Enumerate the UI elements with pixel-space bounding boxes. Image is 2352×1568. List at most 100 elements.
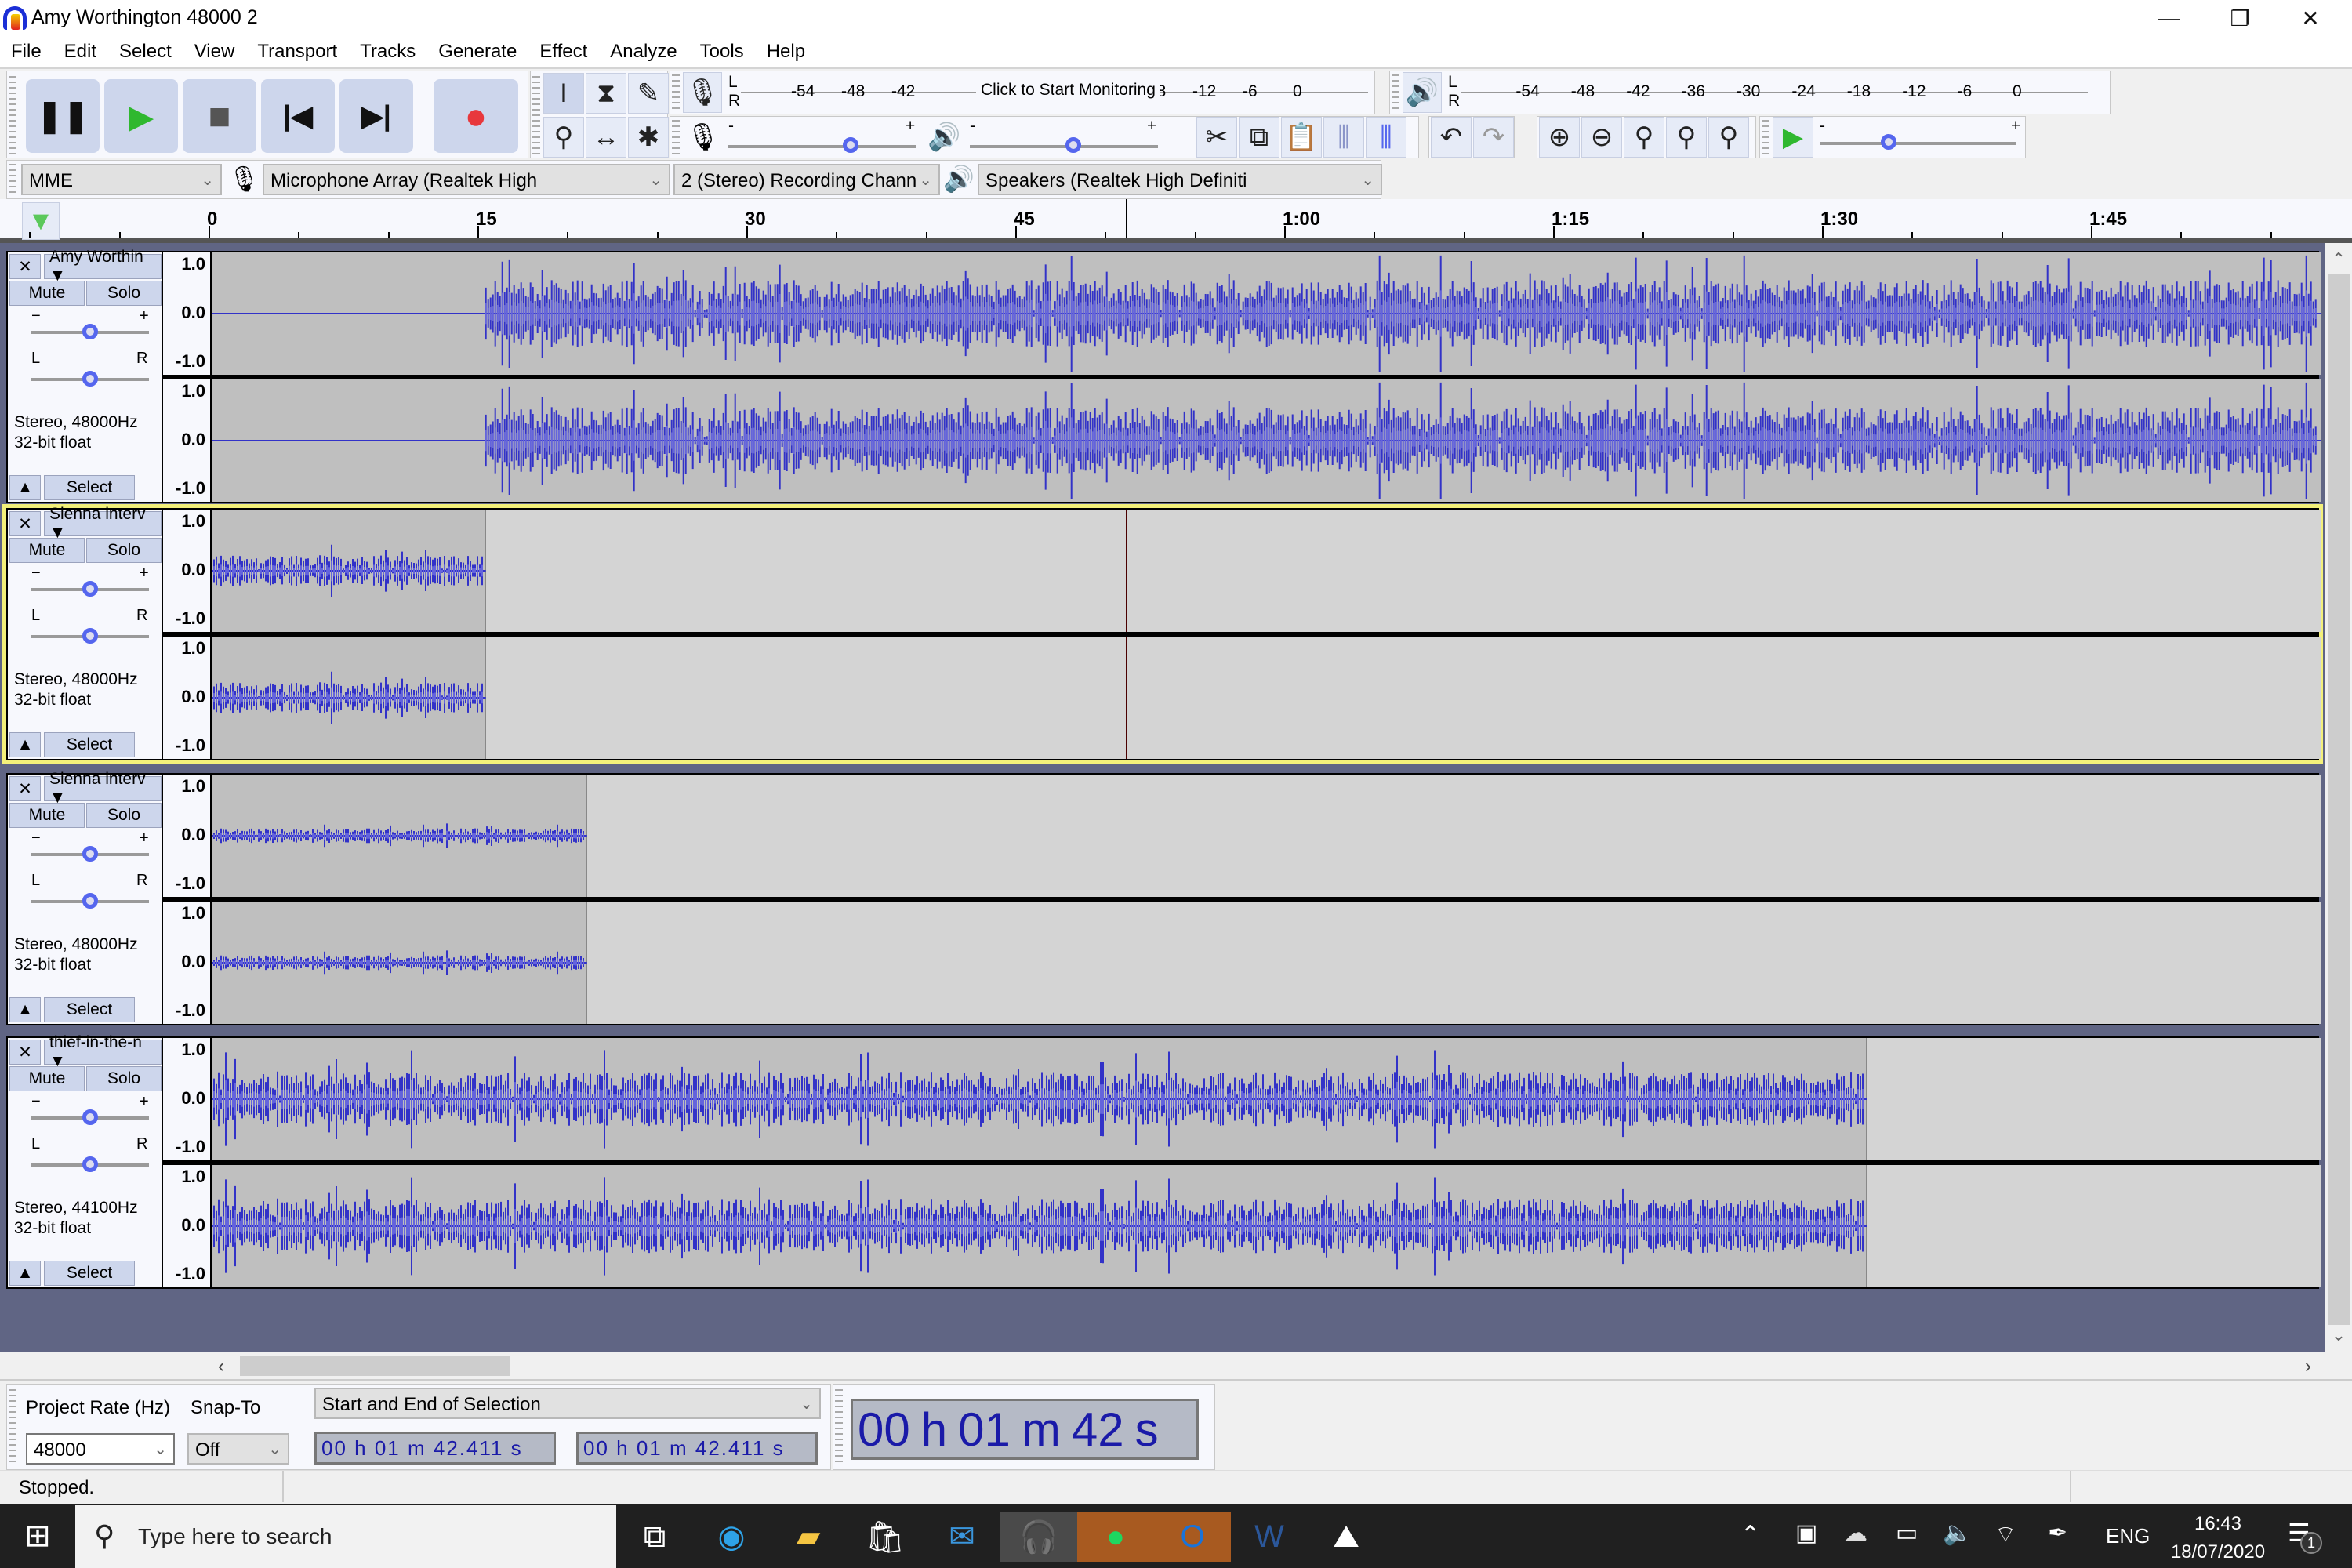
word-button[interactable]: W xyxy=(1231,1512,1308,1562)
undo-button[interactable]: ↶ xyxy=(1431,117,1472,158)
edge-button[interactable]: ◉ xyxy=(693,1512,770,1562)
wifi-icon[interactable]: ⌔ xyxy=(1994,1519,2016,1549)
playback-meter-button[interactable]: 🔊 xyxy=(1403,72,1442,113)
gain-knob[interactable] xyxy=(82,581,98,597)
pause-button[interactable]: ❚❚ xyxy=(26,79,100,153)
playback-meter[interactable]: -54 -48 -42 -36 -30 -24 -18 -12 -6 0 xyxy=(1461,71,2088,114)
track[interactable]: ✕ Sienna interv ▼ Mute Solo − + L R Stereo, 4800… xyxy=(6,770,2321,1025)
waveform-channel[interactable] xyxy=(212,1165,2321,1287)
audio-host-select[interactable]: MME ⌄ xyxy=(21,164,222,195)
clock[interactable]: 16:43 18/07/2020 xyxy=(2167,1510,2269,1566)
solo-button[interactable]: Solo xyxy=(86,1066,162,1091)
select-track-button[interactable]: Select xyxy=(44,732,135,757)
selection-start-time[interactable]: 00 h 01 m 42.411 s xyxy=(314,1432,556,1465)
redo-button[interactable]: ↷ xyxy=(1473,117,1514,158)
fit-selection-button[interactable]: ⚲ xyxy=(1624,117,1664,158)
solo-button[interactable]: Solo xyxy=(86,538,162,563)
meet-now-icon[interactable]: ▣ xyxy=(1795,1519,1817,1547)
selection-tool-button[interactable]: I xyxy=(543,73,584,114)
playback-volume-slider[interactable] xyxy=(970,145,1158,148)
draw-tool-button[interactable]: ✎ xyxy=(628,73,669,114)
menu-tools[interactable]: Tools xyxy=(700,41,744,63)
collapse-track-button[interactable]: ▲ xyxy=(9,732,41,757)
fit-project-button[interactable]: ⚲ xyxy=(1666,117,1707,158)
menu-effect[interactable]: Effect xyxy=(539,41,587,63)
vertical-ruler[interactable]: 1.0 0.0 -1.0 xyxy=(163,1038,210,1160)
photos-button[interactable]: ⛰ xyxy=(1308,1512,1385,1562)
playback-volume-knob[interactable] xyxy=(1065,137,1081,153)
waveform-channel[interactable] xyxy=(212,902,2321,1024)
menu-edit[interactable]: Edit xyxy=(64,41,96,63)
playback-speed-knob[interactable] xyxy=(1880,134,1896,150)
minimize-button[interactable]: — xyxy=(2134,0,2205,36)
mute-button[interactable]: Mute xyxy=(9,538,85,563)
zoom-in-button[interactable]: ⊕ xyxy=(1539,117,1580,158)
trim-audio-button[interactable]: ⫼ xyxy=(1323,117,1364,158)
select-track-button[interactable]: Select xyxy=(44,997,135,1022)
track-name-menu[interactable]: thief-in-the-n ▼ xyxy=(44,1033,162,1070)
vertical-ruler[interactable]: 1.0 0.0 -1.0 xyxy=(163,637,210,759)
scroll-up-icon[interactable]: ⌃ xyxy=(2325,249,2352,273)
menu-view[interactable]: View xyxy=(194,41,235,63)
skip-to-start-button[interactable]: |◀ xyxy=(261,79,335,153)
track-name-menu[interactable]: Sienna interv ▼ xyxy=(44,505,162,542)
restore-button[interactable]: ❐ xyxy=(2205,0,2275,36)
horizontal-scrollbar[interactable]: ‹ › xyxy=(0,1352,2352,1379)
menu-help[interactable]: Help xyxy=(767,41,805,63)
track[interactable]: ✕ thief-in-the-n ▼ Mute Solo − + L R Stereo, 441… xyxy=(6,1033,2321,1289)
select-track-button[interactable]: Select xyxy=(44,475,135,500)
audacity-taskbar-button[interactable]: 🎧 xyxy=(1000,1512,1077,1562)
vertical-ruler[interactable]: 1.0 0.0 -1.0 xyxy=(163,252,210,375)
cut-button[interactable]: ✂ xyxy=(1196,117,1237,158)
track-name-menu[interactable]: Sienna interv ▼ xyxy=(44,770,162,807)
menu-analyze[interactable]: Analyze xyxy=(610,41,677,63)
paste-button[interactable]: 📋 xyxy=(1281,117,1322,158)
rec-meter-grip[interactable] xyxy=(672,74,680,111)
onedrive-icon[interactable]: ☁ xyxy=(1844,1519,1867,1547)
track[interactable]: ✕ Amy Worthin ▼ Mute Solo − + L R Stereo, 48000H… xyxy=(6,248,2321,503)
taskbar-search-box[interactable]: ⚲ Type here to search xyxy=(75,1505,616,1568)
action-center-button[interactable]: ☰ 1 xyxy=(2288,1518,2322,1554)
close-track-button[interactable]: ✕ xyxy=(9,1040,41,1065)
microsoft-store-button[interactable]: 🛍 xyxy=(847,1512,924,1562)
collapse-track-button[interactable]: ▲ xyxy=(9,997,41,1022)
pan-knob[interactable] xyxy=(82,371,98,387)
pen-icon[interactable]: ✒ xyxy=(2048,1519,2067,1547)
solo-button[interactable]: Solo xyxy=(86,803,162,828)
solo-button[interactable]: Solo xyxy=(86,281,162,306)
close-track-button[interactable]: ✕ xyxy=(9,254,41,279)
record-button[interactable]: ● xyxy=(434,79,518,153)
snap-to-select[interactable]: Off ⌄ xyxy=(187,1433,289,1465)
pan-knob[interactable] xyxy=(82,628,98,644)
gain-knob[interactable] xyxy=(82,324,98,339)
waveform-channel[interactable] xyxy=(212,1038,2321,1160)
time-shift-tool-button[interactable]: ↔ xyxy=(586,117,626,158)
device-grip[interactable] xyxy=(9,164,16,195)
mute-button[interactable]: Mute xyxy=(9,803,85,828)
zoom-tool-button[interactable]: ⚲ xyxy=(543,117,584,158)
gain-knob[interactable] xyxy=(82,846,98,862)
task-view-button[interactable]: ⧉ xyxy=(616,1512,693,1562)
silence-audio-button[interactable]: ⫼ xyxy=(1366,117,1406,158)
waveform-channel[interactable] xyxy=(212,379,2321,502)
play-meter-grip[interactable] xyxy=(1392,74,1399,111)
multi-tool-button[interactable]: ✱ xyxy=(628,117,669,158)
vertical-ruler[interactable]: 1.0 0.0 -1.0 xyxy=(163,379,210,502)
play-button[interactable]: ▶ xyxy=(104,79,178,153)
waveform-channel[interactable] xyxy=(212,252,2321,375)
mute-button[interactable]: Mute xyxy=(9,281,85,306)
skip-to-end-button[interactable]: ▶| xyxy=(339,79,413,153)
vertical-ruler[interactable]: 1.0 0.0 -1.0 xyxy=(163,510,210,632)
mute-button[interactable]: Mute xyxy=(9,1066,85,1091)
track-name-menu[interactable]: Amy Worthin ▼ xyxy=(44,248,162,285)
menu-transport[interactable]: Transport xyxy=(257,41,337,63)
collapse-track-button[interactable]: ▲ xyxy=(9,1261,41,1286)
close-track-button[interactable]: ✕ xyxy=(9,511,41,536)
spotify-button[interactable]: ● xyxy=(1077,1512,1154,1562)
tools-grip[interactable] xyxy=(532,76,540,154)
vertical-ruler[interactable]: 1.0 0.0 -1.0 xyxy=(163,902,210,1024)
timeline-ruler[interactable]: ▼ -1501530451:001:151:301:452:002:152:30… xyxy=(0,199,2352,243)
volume-icon[interactable]: 🔈 xyxy=(1943,1519,1972,1547)
play-at-speed-button[interactable]: ▶ xyxy=(1773,117,1813,158)
waveform-channel[interactable] xyxy=(212,510,2321,632)
